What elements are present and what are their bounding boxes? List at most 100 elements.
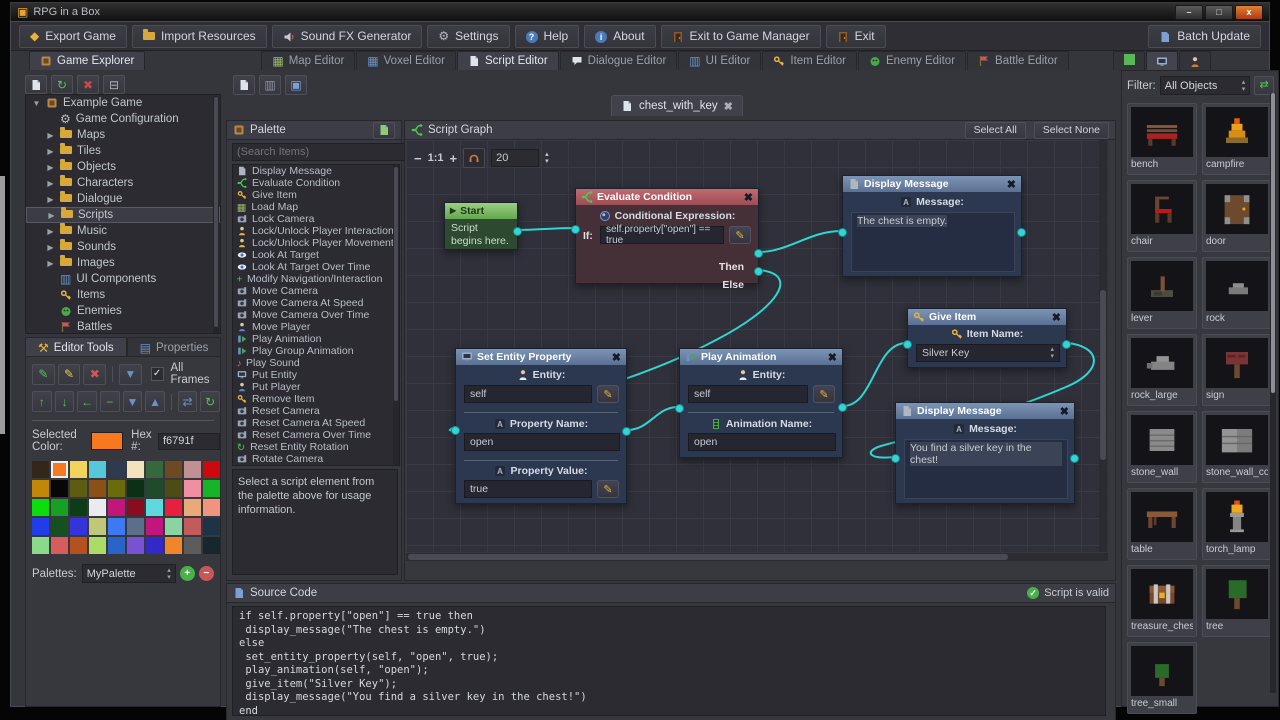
palette-item-lock-unlock-player-movement[interactable]: Lock/Unlock Player Movement (233, 237, 399, 249)
tree-item-maps[interactable]: ▶Maps (26, 127, 220, 143)
add-palette-button[interactable]: + (180, 566, 195, 581)
else-port[interactable] (754, 267, 763, 276)
color-swatch[interactable] (184, 499, 201, 516)
palette-item-play-sound[interactable]: ♪Play Sound (233, 357, 399, 369)
palette-item-put-entity[interactable]: Put Entity (233, 369, 399, 381)
asset-card-sign[interactable]: sign (1202, 334, 1272, 406)
select-none-button[interactable]: Select None (1034, 122, 1109, 139)
filter-select[interactable]: All Objects▴▾ (1160, 76, 1251, 95)
view-tab-character-view[interactable] (1179, 51, 1211, 70)
color-swatch[interactable] (146, 480, 163, 497)
color-swatch[interactable] (184, 537, 201, 554)
color-swatch[interactable] (146, 537, 163, 554)
tab-ui-editor[interactable]: ▥UI Editor (678, 51, 761, 70)
output-port[interactable] (513, 227, 522, 236)
expander-icon[interactable]: ▶ (46, 147, 55, 156)
color-swatch[interactable] (127, 518, 144, 535)
expander-icon[interactable]: ▶ (46, 163, 55, 172)
asset-card-torch_lamp[interactable]: torch_lamp (1202, 488, 1272, 560)
input-port[interactable] (675, 404, 684, 413)
erase-tool[interactable]: ✖ (83, 364, 106, 385)
view-tab-screen-view[interactable] (1146, 51, 1178, 70)
expander-icon[interactable]: ▶ (46, 227, 55, 236)
palette-item-reset-camera[interactable]: Reset Camera (233, 405, 399, 417)
source-code-text[interactable]: if self.property["open"] == true then di… (232, 606, 1106, 716)
color-swatch[interactable] (89, 537, 106, 554)
property-name-field[interactable]: open (464, 433, 620, 451)
color-swatch[interactable] (70, 499, 87, 516)
color-swatch[interactable] (32, 480, 49, 497)
color-swatch[interactable] (127, 499, 144, 516)
palette-item-reset-camera-over-time[interactable]: Reset Camera Over Time (233, 429, 399, 441)
asset-card-campfire[interactable]: campfire (1202, 103, 1272, 175)
tree-item-objects[interactable]: ▶Objects (26, 159, 220, 175)
palette-item-load-map[interactable]: ▦Load Map (233, 201, 399, 213)
color-swatch[interactable] (70, 537, 87, 554)
close-node-icon[interactable]: ✖ (828, 351, 837, 364)
color-swatch[interactable] (51, 518, 68, 535)
save-all-button[interactable]: ▣ (285, 75, 307, 95)
output-port[interactable] (1017, 228, 1026, 237)
expander-icon[interactable]: ▶ (46, 179, 55, 188)
color-swatch[interactable] (51, 480, 68, 497)
snap-grid-button[interactable] (463, 148, 485, 168)
color-swatch[interactable] (165, 480, 182, 497)
color-swatch[interactable] (51, 461, 68, 478)
select-all-button[interactable]: Select All (965, 122, 1026, 139)
asset-card-stone_wall_cor[interactable]: stone_wall_cor (1202, 411, 1272, 483)
tab-dialogue-editor[interactable]: Dialogue Editor (560, 51, 678, 70)
node-start[interactable]: ▶ Start Script begins here. (444, 202, 518, 250)
tree-item-enemies[interactable]: Enemies (26, 303, 220, 319)
rotate-tool[interactable]: ↻ (200, 391, 220, 412)
batch-update-button[interactable]: Batch Update (1148, 25, 1261, 48)
palette-item-lock-camera[interactable]: Lock Camera (233, 213, 399, 225)
palette-item-reset-entity-rotation[interactable]: ↻Reset Entity Rotation (233, 441, 399, 453)
color-swatch[interactable] (89, 480, 106, 497)
input-port[interactable] (903, 340, 912, 349)
tree-item-ui-components[interactable]: ▥UI Components (26, 271, 220, 287)
input-port[interactable] (838, 228, 847, 237)
asset-card-rock_large[interactable]: rock_large (1127, 334, 1197, 406)
expander-icon[interactable]: ▶ (46, 195, 55, 204)
pencil-green-tool[interactable]: ✎ (32, 364, 55, 385)
palette-item-put-player[interactable]: Put Player (233, 381, 399, 393)
expander-icon[interactable]: ▶ (46, 243, 55, 252)
palette-pin-button[interactable] (373, 122, 395, 139)
condition-expression-field[interactable]: self.property["open"] == true (600, 226, 724, 244)
close-node-icon[interactable]: ✖ (1052, 311, 1061, 324)
palette-item-move-camera[interactable]: Move Camera (233, 285, 399, 297)
color-swatch[interactable] (32, 537, 49, 554)
tree-scrollbar[interactable] (213, 96, 219, 334)
tree-item-images[interactable]: ▶Images (26, 255, 220, 271)
edit-expression-button[interactable]: ✎ (729, 226, 751, 244)
color-swatch[interactable] (32, 518, 49, 535)
tree-item-music[interactable]: ▶Music (26, 223, 220, 239)
palette-item-reset-camera-at-speed[interactable]: Reset Camera At Speed (233, 417, 399, 429)
then-port[interactable] (754, 249, 763, 258)
tree-item-game-configuration[interactable]: ⚙Game Configuration (26, 111, 220, 127)
grid-size-stepper[interactable]: ▴▾ (545, 151, 549, 165)
expander-icon[interactable]: ▶ (47, 211, 56, 220)
menu-export-game[interactable]: ◆Export Game (19, 25, 127, 48)
color-swatch[interactable] (89, 518, 106, 535)
entity-field[interactable]: self (464, 385, 592, 403)
all-frames-checkbox[interactable]: ✓ (151, 367, 164, 381)
expander-icon[interactable]: ▶ (46, 131, 55, 140)
menu-sound-fx-generator[interactable]: Sound FX Generator (272, 25, 423, 48)
tri-down-tool[interactable]: ▼ (123, 391, 143, 412)
expander-icon[interactable]: ▼ (32, 99, 41, 108)
color-swatch[interactable] (108, 537, 125, 554)
menu-exit[interactable]: Exit (826, 25, 886, 48)
palette-item-play-animation[interactable]: Play Animation (233, 333, 399, 345)
color-swatch[interactable] (108, 480, 125, 497)
palette-item-remove-item[interactable]: Remove Item (233, 393, 399, 405)
grid-size-input[interactable]: 20 (491, 149, 539, 167)
color-swatch[interactable] (203, 480, 220, 497)
color-swatch[interactable] (108, 461, 125, 478)
tree-item-items[interactable]: Items (26, 287, 220, 303)
color-swatch[interactable] (108, 499, 125, 516)
graph-vertical-scrollbar[interactable] (1099, 140, 1107, 552)
tab-voxel-editor[interactable]: ▦Voxel Editor (356, 51, 456, 70)
message-textarea[interactable]: The chest is empty. (851, 212, 1015, 272)
palette-item-rotate-camera[interactable]: Rotate Camera (233, 453, 399, 465)
